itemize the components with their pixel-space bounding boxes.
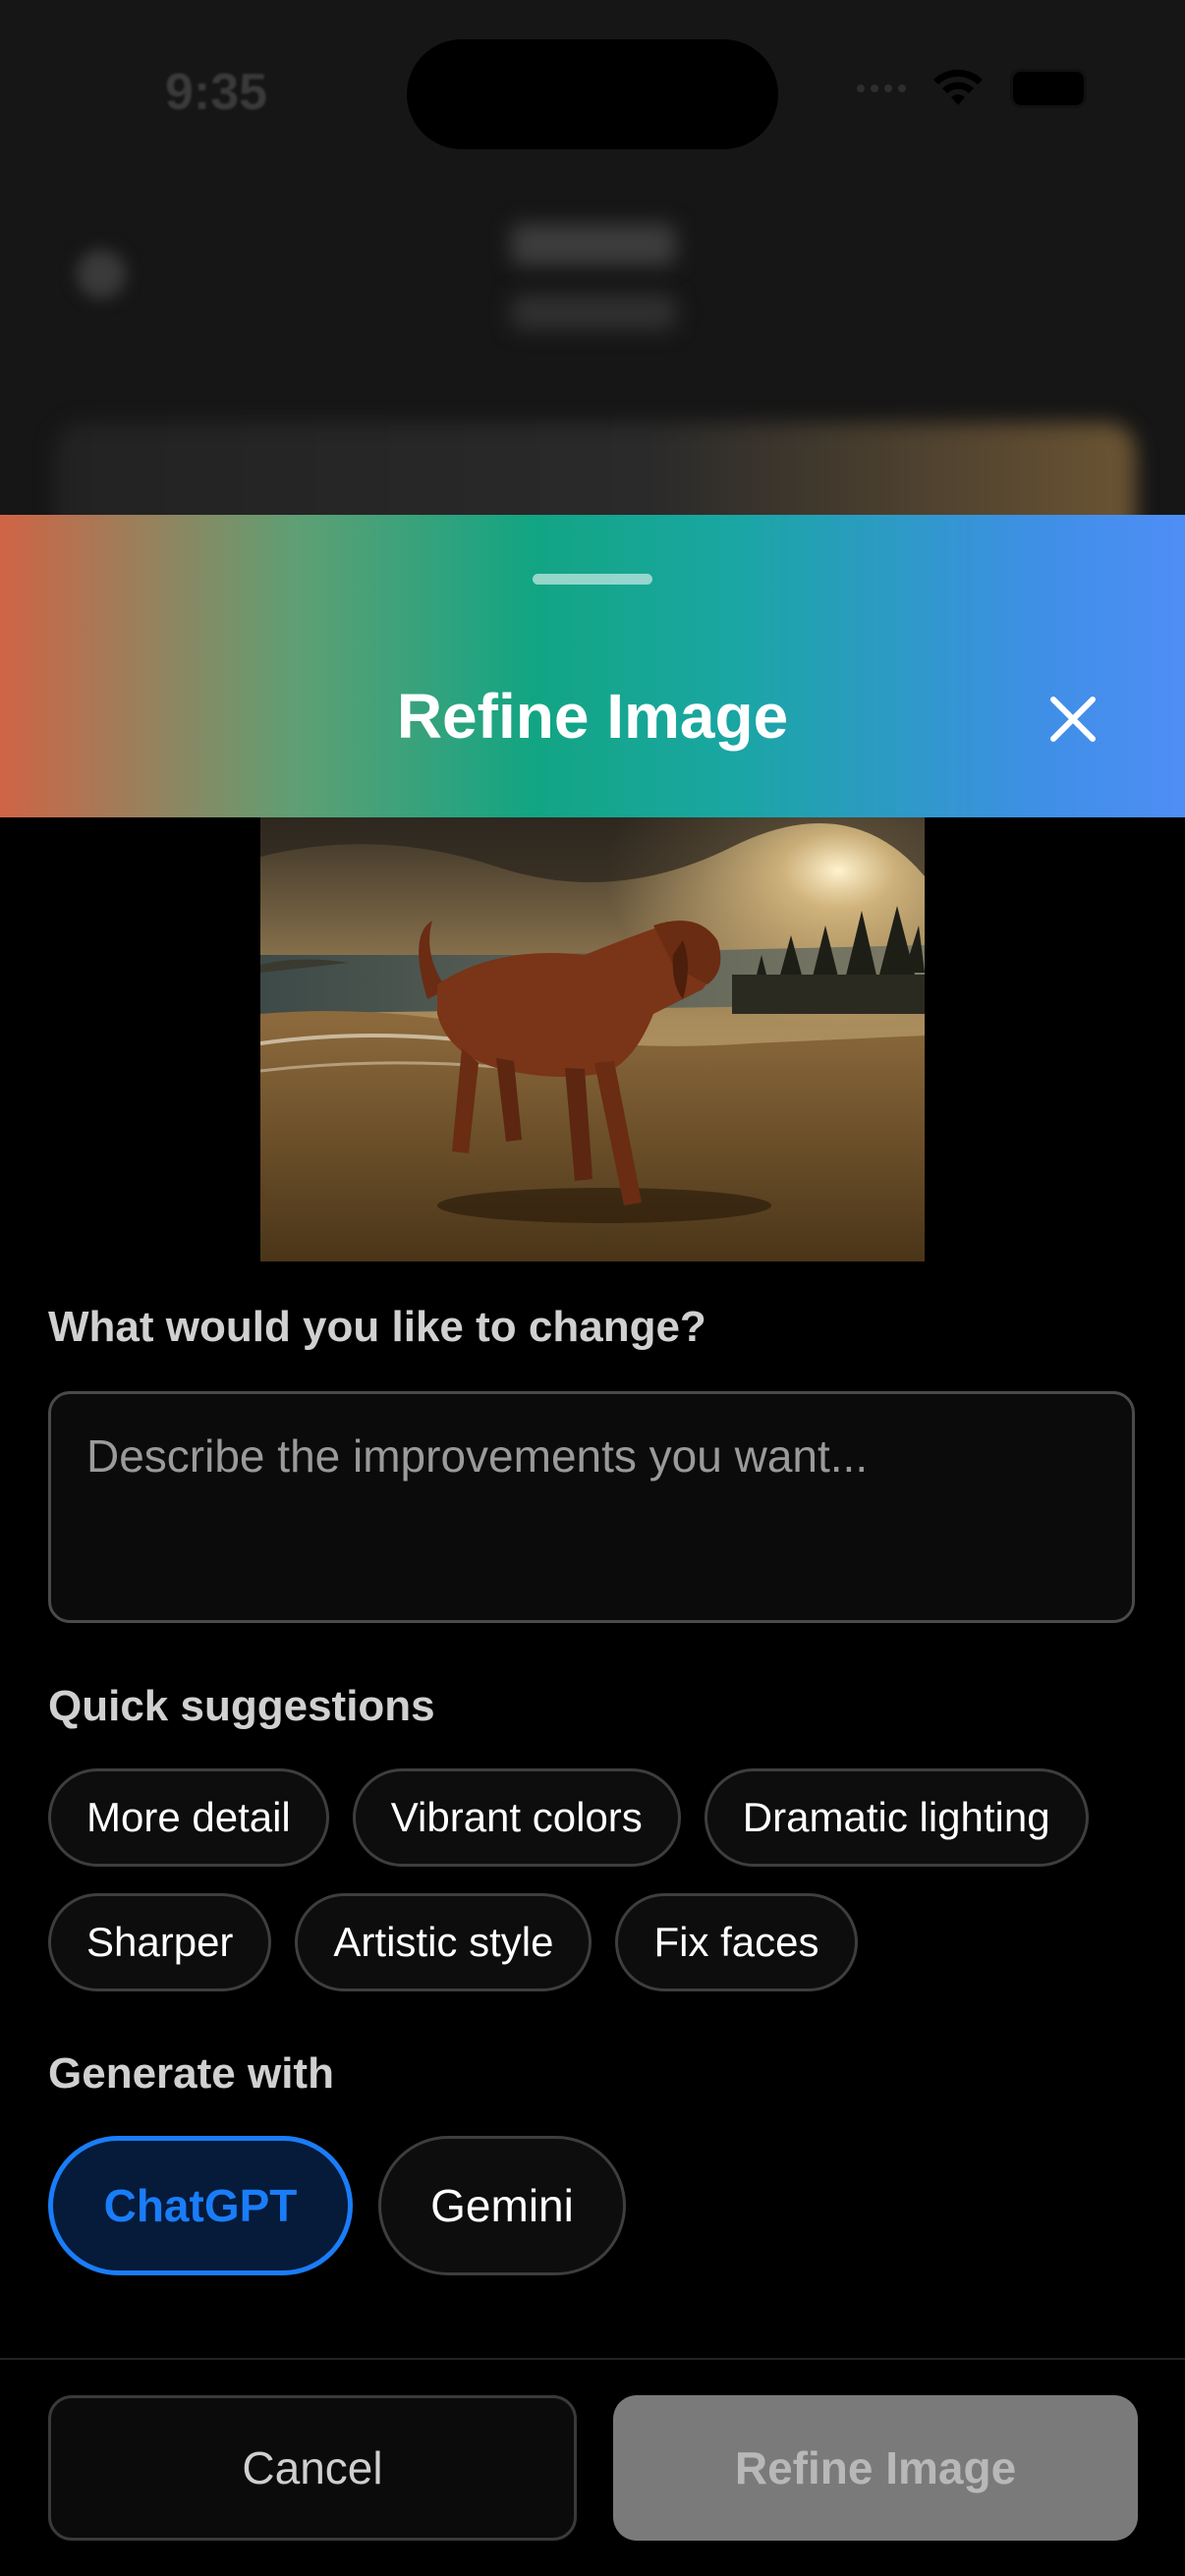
image-preview bbox=[260, 817, 925, 1261]
suggestions-row-2: Sharper Artistic style Fix faces bbox=[48, 1893, 858, 1991]
prompt-input-container[interactable] bbox=[48, 1391, 1135, 1623]
suggestion-chip[interactable]: Artistic style bbox=[295, 1893, 592, 1991]
generate-label: Generate with bbox=[48, 2049, 334, 2098]
refine-image-button[interactable]: Refine Image bbox=[613, 2395, 1138, 2541]
status-icons bbox=[857, 69, 1087, 108]
model-option-gemini[interactable]: Gemini bbox=[378, 2136, 626, 2275]
suggestions-label: Quick suggestions bbox=[48, 1682, 435, 1730]
model-selector: ChatGPT Gemini bbox=[48, 2136, 626, 2275]
close-button[interactable] bbox=[1034, 680, 1112, 758]
suggestion-chip[interactable]: Sharper bbox=[48, 1893, 272, 1991]
suggestion-chip[interactable]: Fix faces bbox=[615, 1893, 858, 1991]
close-icon bbox=[1050, 697, 1096, 742]
suggestion-chip[interactable]: Vibrant colors bbox=[352, 1768, 681, 1867]
subtitle-blurred bbox=[511, 295, 676, 330]
back-button-blurred bbox=[77, 250, 126, 299]
model-option-chatgpt[interactable]: ChatGPT bbox=[48, 2136, 353, 2275]
title-blurred bbox=[511, 224, 676, 265]
background-app: 9:35 bbox=[0, 0, 1185, 550]
status-time: 9:35 bbox=[165, 64, 268, 121]
dynamic-island bbox=[407, 39, 778, 149]
suggestions-row-1: More detail Vibrant colors Dramatic ligh… bbox=[48, 1768, 1089, 1867]
prompt-label: What would you like to change? bbox=[48, 1303, 706, 1351]
cancel-button[interactable]: Cancel bbox=[48, 2395, 577, 2541]
suggestion-chip[interactable]: Dramatic lighting bbox=[704, 1768, 1089, 1867]
suggestion-chip[interactable]: More detail bbox=[48, 1768, 329, 1867]
prompt-input[interactable] bbox=[86, 1429, 1097, 1585]
dog-on-beach-image bbox=[260, 817, 925, 1261]
footer-divider bbox=[0, 2358, 1185, 2360]
signal-icon bbox=[857, 84, 906, 92]
sheet-grabber[interactable] bbox=[533, 574, 652, 585]
battery-icon bbox=[1010, 69, 1087, 108]
sheet-header: Refine Image bbox=[0, 515, 1185, 817]
wifi-icon bbox=[933, 70, 983, 105]
sheet-title: Refine Image bbox=[396, 681, 789, 752]
